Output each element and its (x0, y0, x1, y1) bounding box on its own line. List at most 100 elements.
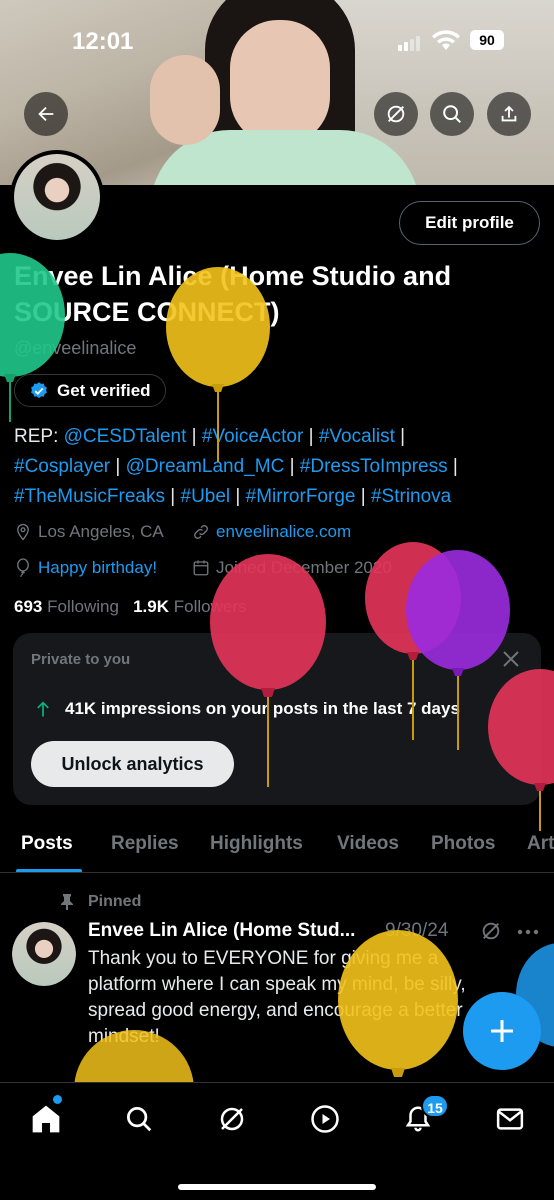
bio-tag[interactable]: #Strinova (371, 486, 451, 507)
tab-posts[interactable]: Posts (21, 833, 73, 855)
avatar-image (14, 154, 100, 240)
location-text: Los Angeles, CA (38, 522, 164, 541)
compose-button[interactable] (463, 992, 541, 1070)
calendar-icon (193, 560, 209, 576)
close-icon (503, 651, 519, 667)
bio-separator: | (355, 486, 371, 507)
share-button[interactable] (487, 92, 531, 136)
birthday-text[interactable]: Happy birthday! (38, 558, 157, 578)
bio-tag[interactable]: #Cosplayer (14, 456, 110, 477)
bio-separator: | (447, 456, 458, 477)
bio-tag[interactable]: #TheMusicFreaks (14, 486, 165, 507)
search-icon (443, 105, 461, 123)
nav-explore[interactable] (121, 1101, 157, 1137)
bio-separator: | (303, 426, 319, 447)
status-time: 12:01 (72, 28, 134, 55)
battery-level: 90 (470, 30, 504, 50)
impressions-text: 41K impressions on your posts in the las… (65, 699, 460, 718)
bio-tag[interactable]: #DressToImpress (300, 456, 448, 477)
bio-tag[interactable]: #VoiceActor (202, 426, 303, 447)
spaces-icon (311, 1105, 339, 1133)
private-label: Private to you (31, 651, 131, 668)
get-verified-button[interactable]: Get verified (14, 374, 166, 407)
bio-tag[interactable]: @DreamLand_MC (126, 456, 285, 477)
status-bar: 12:01 90 (0, 0, 554, 80)
explore-icon (127, 1107, 152, 1132)
profile-avatar[interactable] (10, 150, 104, 244)
following-link[interactable]: 693 Following (14, 597, 119, 616)
analytics-card: Private to you 41K impressions on your p… (13, 633, 541, 805)
link-icon (194, 525, 208, 539)
cellular-signal-icon (398, 33, 422, 51)
nav-spaces[interactable] (307, 1101, 343, 1137)
post-avatar[interactable] (12, 922, 76, 986)
profile-joined: Joined December 2020 (192, 558, 392, 578)
followers-count: 1.9K (133, 597, 170, 616)
home-indicator (178, 1184, 376, 1190)
website-link[interactable]: enveelinalice.com (216, 522, 351, 542)
bio-tag[interactable]: #MirrorForge (246, 486, 356, 507)
share-icon (501, 105, 517, 122)
joined-text: Joined December 2020 (216, 558, 392, 577)
verified-badge-icon (31, 381, 47, 398)
nav-grok[interactable] (214, 1101, 250, 1137)
home-icon (32, 1105, 60, 1133)
follow-stats: 693 Following 1.9K Followers (14, 597, 247, 617)
profile-bio: REP: @CESDTalent | #VoiceActor | #Vocali… (14, 422, 544, 512)
profile-tabs: Posts Replies Highlights Videos Photos A… (0, 815, 554, 873)
grok-icon (387, 105, 405, 123)
post-avatar-image (12, 922, 76, 986)
bottom-nav (0, 1082, 554, 1200)
pinned-label: Pinned (88, 893, 142, 910)
grok-icon[interactable] (480, 920, 502, 942)
tab-replies[interactable]: Replies (111, 833, 179, 855)
nav-messages[interactable] (492, 1101, 528, 1137)
bio-prefix: REP: (14, 426, 64, 447)
bio-tag[interactable]: #Vocalist (319, 426, 395, 447)
balloon-icon (17, 558, 29, 578)
profile-birthday: Happy birthday! (14, 558, 157, 578)
unlock-analytics-button[interactable]: Unlock analytics (31, 741, 234, 787)
profile-website[interactable]: enveelinalice.com (192, 522, 351, 542)
bio-separator: | (230, 486, 246, 507)
bio-separator: | (394, 426, 406, 447)
impressions-row: 41K impressions on your posts in the las… (33, 699, 460, 719)
tab-videos[interactable]: Videos (337, 833, 399, 855)
following-label: Following (47, 597, 119, 616)
grok-button[interactable] (374, 92, 418, 136)
close-card-button[interactable] (499, 647, 523, 676)
wifi-icon (432, 30, 460, 57)
active-tab-indicator (16, 869, 82, 872)
profile-location: Los Angeles, CA (14, 522, 164, 542)
post-date: 9/30/24 (385, 920, 449, 941)
bio-separator: | (284, 456, 300, 477)
arrow-up-icon (37, 701, 49, 717)
following-count: 693 (14, 597, 43, 616)
bio-separator: | (110, 456, 126, 477)
tab-highlights[interactable]: Highlights (210, 833, 303, 855)
grok-icon (220, 1107, 244, 1131)
more-icon[interactable] (516, 928, 540, 936)
post-text: Thank you to EVERYONE for giving me a pl… (88, 948, 466, 1047)
compose-icon (491, 1020, 513, 1042)
tab-articles[interactable]: Articles (527, 833, 554, 855)
tab-photos[interactable]: Photos (431, 833, 495, 855)
profile-handle: @enveelinalice (14, 338, 137, 358)
bio-tag[interactable]: @CESDTalent (64, 426, 187, 447)
nav-home[interactable] (28, 1101, 64, 1137)
edit-profile-button[interactable]: Edit profile (399, 201, 540, 245)
pinned-indicator: Pinned (60, 893, 141, 911)
profile-name: Envee Lin Alice (Home Studio and SOURCE … (14, 261, 452, 327)
pin-icon (61, 894, 73, 910)
bio-separator: | (186, 426, 202, 447)
post-author[interactable]: Envee Lin Alice (Home Stud... (88, 920, 355, 942)
messages-icon (496, 1108, 524, 1130)
back-button[interactable] (24, 92, 68, 136)
home-unread-dot (53, 1095, 62, 1104)
search-button[interactable] (430, 92, 474, 136)
location-icon (17, 523, 29, 541)
followers-link[interactable]: 1.9K Followers (133, 597, 246, 616)
bio-tag[interactable]: #Ubel (181, 486, 231, 507)
get-verified-label: Get verified (57, 380, 151, 400)
bio-separator: | (165, 486, 181, 507)
